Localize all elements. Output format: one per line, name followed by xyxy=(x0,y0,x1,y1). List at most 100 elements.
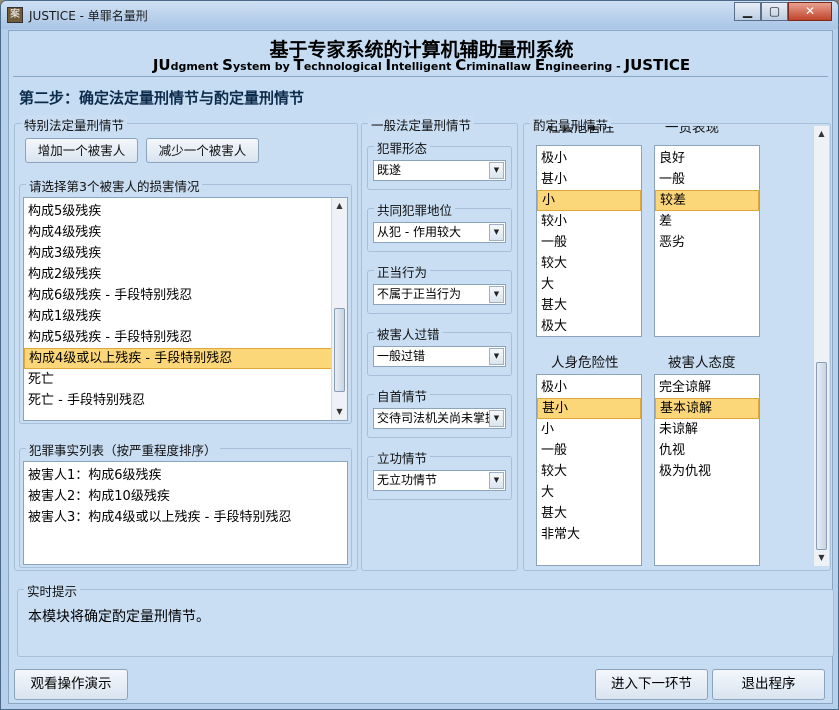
app-icon: 案 xyxy=(7,7,23,23)
subtitle-part: JU xyxy=(152,56,171,74)
special-statutory-group: 特别法定量刑情节 增加一个被害人 减少一个被害人 请选择第3个被害人的损害情况 … xyxy=(14,115,358,571)
social-harm-option[interactable]: 大 xyxy=(537,274,641,295)
scroll-down-arrow-icon[interactable]: ▼ xyxy=(332,404,347,420)
personal-danger-option[interactable]: 小 xyxy=(537,419,641,440)
victim-attitude-option[interactable]: 完全谅解 xyxy=(655,377,759,398)
injury-option[interactable]: 构成3级残疾 xyxy=(24,243,332,264)
watch-demo-button[interactable]: 观看操作演示 xyxy=(14,669,128,700)
injury-option[interactable]: 死亡 - 手段特别残忍 xyxy=(24,390,332,411)
dropdown-value: 不属于正当行为 xyxy=(377,287,462,301)
social-harm-option[interactable]: 小 xyxy=(537,190,641,211)
special-group-label: 特别法定量刑情节 xyxy=(21,115,128,134)
injury-option[interactable]: 构成4级残疾 xyxy=(24,222,332,243)
facts-group: 犯罪事实列表（按严重程度排序） 被害人1：构成6级残疾 被害人2：构成10级残疾被… xyxy=(19,440,352,568)
facts-listbox[interactable]: 被害人1：构成6级残疾 被害人2：构成10级残疾 被害人3：构成4级或以上残疾 - … xyxy=(23,461,348,565)
next-step-button[interactable]: 进入下一环节 xyxy=(595,669,708,700)
dropdown-value: 既遂 xyxy=(377,163,402,177)
personal-danger-option[interactable]: 大 xyxy=(537,482,641,503)
remove-victim-button[interactable]: 减少一个被害人 xyxy=(146,138,259,163)
social-harm-listbox[interactable]: 极小 甚小小较小 一般 较大大甚大 极大 xyxy=(536,145,642,337)
general-field-label: 立功情节 xyxy=(374,448,431,467)
minimize-button[interactable]: ▁ xyxy=(734,2,761,21)
victim-attitude-option[interactable]: 极为仇视 xyxy=(655,461,759,482)
window-title: JUSTICE - 单罪名量刑 xyxy=(29,9,148,23)
fact-item[interactable]: 被害人2：构成10级残疾 xyxy=(24,486,347,507)
discretionary-scrollbar[interactable]: ▲ ▼ xyxy=(813,126,829,566)
consistent-behavior-option[interactable]: 良好 xyxy=(655,148,759,169)
scroll-up-arrow-icon[interactable]: ▲ xyxy=(814,126,829,142)
subtitle-part: T xyxy=(293,56,304,74)
dropdown-value: 从犯 - 作用较大 xyxy=(377,225,461,239)
dropdown-value: 交待司法机关尚未掌握 xyxy=(377,411,498,425)
consistent-behavior-option[interactable]: 一般 xyxy=(655,169,759,190)
dropdown-arrow-icon[interactable]: ▼ xyxy=(489,472,504,489)
victim-attitude-option[interactable]: 基本谅解 xyxy=(655,398,759,419)
general-field-dropdown[interactable]: 交待司法机关尚未掌握 ▼ xyxy=(373,408,506,429)
injury-option[interactable]: 构成5级残疾 xyxy=(24,201,332,222)
personal-danger-option[interactable]: 极小 xyxy=(537,377,641,398)
injury-option[interactable]: 构成2级残疾 xyxy=(24,264,332,285)
injury-option[interactable]: 构成1级残疾 xyxy=(24,306,332,327)
personal-danger-listbox[interactable]: 极小 甚小小一般 较大大甚大 非常大 xyxy=(536,374,642,566)
add-victim-button[interactable]: 增加一个被害人 xyxy=(25,138,138,163)
status-group: 实时提示 本模块将确定酌定量刑情节。 xyxy=(17,581,834,657)
general-statutory-group: 一般法定量刑情节 犯罪形态 既遂 ▼ 共同犯罪地位 从犯 - 作用较大 ▼ 正当行为 不属于正… xyxy=(361,115,518,571)
close-button[interactable]: ✕ xyxy=(788,2,832,21)
injury-scrollbar[interactable]: ▲ ▼ xyxy=(331,198,347,420)
scroll-down-arrow-icon[interactable]: ▼ xyxy=(814,550,829,566)
consistent-behavior-header: 一贯表现 xyxy=(665,126,719,136)
personal-danger-option[interactable]: 甚大 xyxy=(537,503,641,524)
victim-attitude-option[interactable]: 仇视 xyxy=(655,440,759,461)
injury-option[interactable]: 构成5级残疾 - 手段特别残忍 xyxy=(24,327,332,348)
discretionary-group: 酌定量刑情节 社会危害性 一贯表现 极小 甚小小较小 一般 较大大甚大 极大 良好 一般较… xyxy=(523,115,831,571)
victim-attitude-option[interactable]: 未谅解 xyxy=(655,419,759,440)
injury-option[interactable]: 构成6级残疾 - 手段特别残忍 xyxy=(24,285,332,306)
subtitle-part: ntelligent xyxy=(391,60,456,73)
dropdown-arrow-icon[interactable]: ▼ xyxy=(489,162,504,179)
subtitle-part: C xyxy=(455,56,467,74)
title-bar[interactable]: 案 JUSTICE - 单罪名量刑 ▁ ▢ ✕ xyxy=(1,1,838,29)
victim-attitude-listbox[interactable]: 完全谅解 基本谅解 未谅解 仇视 极为仇视 xyxy=(654,374,760,566)
social-harm-option[interactable]: 较大 xyxy=(537,253,641,274)
consistent-behavior-listbox[interactable]: 良好 一般 较差差恶劣 xyxy=(654,145,760,337)
consistent-behavior-option[interactable]: 恶劣 xyxy=(655,232,759,253)
dropdown-value: 无立功情节 xyxy=(377,473,438,487)
personal-danger-option[interactable]: 一般 xyxy=(537,440,641,461)
dropdown-arrow-icon[interactable]: ▼ xyxy=(489,348,504,365)
general-field-dropdown[interactable]: 无立功情节 ▼ xyxy=(373,470,506,491)
fact-item[interactable]: 被害人1：构成6级残疾 xyxy=(24,465,347,486)
personal-danger-option[interactable]: 非常大 xyxy=(537,524,641,545)
victim-attitude-header: 被害人态度 xyxy=(668,355,736,371)
personal-danger-option[interactable]: 较大 xyxy=(537,461,641,482)
exit-button[interactable]: 退出程序 xyxy=(712,669,825,700)
social-harm-header: 社会危害性 xyxy=(547,126,615,136)
dropdown-arrow-icon[interactable]: ▼ xyxy=(489,224,504,241)
social-harm-option[interactable]: 极大 xyxy=(537,316,641,336)
social-harm-option[interactable]: 极小 xyxy=(537,148,641,169)
injury-option[interactable]: 死亡 xyxy=(24,369,332,390)
scroll-thumb[interactable] xyxy=(334,308,345,392)
discretionary-scroll-area: 社会危害性 一贯表现 极小 甚小小较小 一般 较大大甚大 极大 良好 一般 较差差恶劣 人身… xyxy=(527,126,812,566)
social-harm-option[interactable]: 一般 xyxy=(537,232,641,253)
personal-danger-option[interactable]: 甚小 xyxy=(537,398,641,419)
social-harm-option[interactable]: 甚小 xyxy=(537,169,641,190)
social-harm-option[interactable]: 较小 xyxy=(537,211,641,232)
general-field-group: 共同犯罪地位 从犯 - 作用较大 ▼ xyxy=(367,200,512,252)
subtitle-part: E xyxy=(534,56,546,74)
dropdown-arrow-icon[interactable]: ▼ xyxy=(489,410,504,427)
fact-item[interactable]: 被害人3：构成4级或以上残疾 - 手段特别残忍 xyxy=(24,507,347,528)
scroll-up-arrow-icon[interactable]: ▲ xyxy=(332,198,347,214)
injury-option[interactable]: 构成4级或以上残疾 - 手段特别残忍 xyxy=(24,348,332,369)
scroll-thumb[interactable] xyxy=(816,362,827,550)
consistent-behavior-option[interactable]: 较差 xyxy=(655,190,759,211)
consistent-behavior-option[interactable]: 差 xyxy=(655,211,759,232)
injury-listbox[interactable]: 构成5级残疾 构成4级残疾 构成3级残疾 构成2级残疾 构成6级残疾 - 手段特别残忍构… xyxy=(23,197,348,421)
social-harm-option[interactable]: 甚大 xyxy=(537,295,641,316)
general-field-dropdown[interactable]: 一般过错 ▼ xyxy=(373,346,506,367)
general-field-dropdown[interactable]: 从犯 - 作用较大 ▼ xyxy=(373,222,506,243)
general-field-dropdown[interactable]: 既遂 ▼ xyxy=(373,160,506,181)
dropdown-arrow-icon[interactable]: ▼ xyxy=(489,286,504,303)
general-field-dropdown[interactable]: 不属于正当行为 ▼ xyxy=(373,284,506,305)
general-field-group: 正当行为 不属于正当行为 ▼ xyxy=(367,262,512,314)
maximize-button[interactable]: ▢ xyxy=(761,2,788,21)
